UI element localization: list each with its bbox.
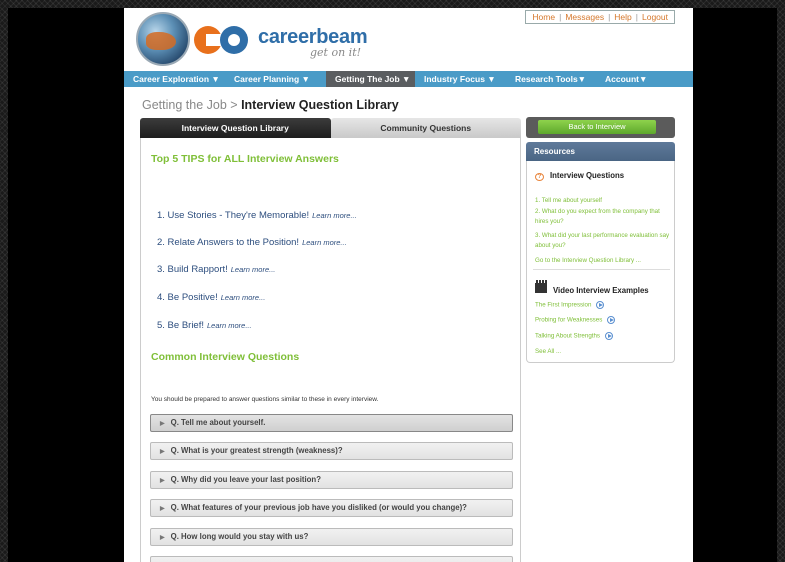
expand-arrow-icon: ▶	[160, 506, 165, 512]
video-link[interactable]: Probing for Weaknesses	[535, 316, 616, 324]
nav-industry-focus[interactable]: Industry Focus ▼	[415, 71, 506, 87]
question-accordion[interactable]: ▶ Q. What is your greatest strength (weak…	[150, 442, 513, 460]
question-text: Q. What is your greatest strength (weakn…	[170, 446, 343, 455]
question-text: Q. How long would you stay with us?	[170, 532, 309, 541]
film-clapper-icon	[535, 280, 547, 293]
main-panel: Top 5 TIPS for ALL Interview Answers 1. …	[140, 138, 521, 562]
question-accordion[interactable]: ▶ Q. How long would you stay with us?	[150, 528, 513, 546]
expand-arrow-icon: ▶	[160, 535, 165, 541]
speech-bubble-icon: ?	[535, 173, 544, 181]
back-to-interview-button[interactable]: Back to Interview	[538, 120, 656, 134]
expand-arrow-icon: ▶	[160, 421, 165, 427]
cb-logo-icon[interactable]	[194, 26, 252, 54]
question-accordion[interactable]: ▶ Q. Why did you leave your last position…	[150, 471, 513, 489]
go-to-library-link[interactable]: Go to the Interview Question Library ...	[535, 257, 641, 264]
resources-header: Resources	[526, 142, 675, 161]
tip-item: 3. Build Rapport! Learn more...	[157, 264, 275, 275]
interview-questions-title: ? Interview Questions	[535, 171, 624, 181]
tip-item: 1. Use Stories - They're Memorable! Learn…	[157, 210, 357, 221]
home-link[interactable]: Home	[532, 12, 555, 22]
top-links: Home | Messages | Help | Logout	[525, 10, 675, 24]
tab-interview-question-library[interactable]: Interview Question Library	[140, 118, 331, 138]
question-accordion[interactable]	[150, 556, 513, 562]
tab-bar: Interview Question Library Community Que…	[140, 118, 521, 138]
globe-logo-icon[interactable]	[136, 12, 190, 66]
resource-question-link[interactable]: 1. Tell me about yourself	[535, 197, 602, 204]
breadcrumb-parent[interactable]: Getting the Job	[142, 98, 227, 112]
main-nav: Career Exploration ▼ Career Planning ▼ G…	[124, 71, 693, 87]
question-text: Q. Tell me about yourself.	[170, 418, 266, 427]
page-title: Interview Question Library	[241, 98, 399, 112]
tab-community-questions[interactable]: Community Questions	[330, 118, 521, 138]
breadcrumb: Getting the Job > Interview Question Lib…	[142, 98, 399, 112]
tips-title: Top 5 TIPS for ALL Interview Answers	[151, 153, 339, 165]
tip-text: 3. Build Rapport!	[157, 264, 228, 275]
video-link[interactable]: The First Impression	[535, 301, 605, 309]
play-icon[interactable]	[596, 301, 605, 309]
video-examples-title: Video Interview Examples	[535, 280, 649, 295]
tip-item: 5. Be Brief! Learn more...	[157, 320, 252, 331]
learn-more-link[interactable]: Learn more...	[231, 265, 276, 274]
tip-text: 2. Relate Answers to the Position!	[157, 237, 300, 248]
header: careerbeam get on it! Home | Messages | Help…	[124, 8, 693, 70]
common-questions-title: Common Interview Questions	[151, 351, 300, 363]
messages-link[interactable]: Messages	[565, 12, 604, 22]
nav-account[interactable]: Account▼	[596, 71, 667, 87]
nav-getting-the-job[interactable]: Getting The Job ▼	[326, 71, 415, 87]
nav-career-exploration[interactable]: Career Exploration ▼	[124, 71, 225, 87]
question-text: Q. Why did you leave your last position?	[170, 475, 321, 484]
intro-text: You should be prepared to answer questio…	[151, 396, 379, 403]
resources-panel: ? Interview Questions 1. Tell me about yo…	[526, 161, 675, 363]
back-button-bar: Back to Interview	[526, 117, 675, 138]
tip-text: 1. Use Stories - They're Memorable!	[157, 210, 310, 221]
help-link[interactable]: Help	[614, 12, 631, 22]
play-icon[interactable]	[605, 332, 614, 340]
page-content: careerbeam get on it! Home | Messages | Help…	[124, 8, 693, 562]
learn-more-link[interactable]: Learn more...	[221, 293, 266, 302]
expand-arrow-icon: ▶	[160, 449, 165, 455]
learn-more-link[interactable]: Learn more...	[312, 211, 357, 220]
resource-question-link[interactable]: 2. What do you expect from the company t…	[535, 207, 670, 227]
tip-item: 4. Be Positive! Learn more...	[157, 292, 265, 303]
see-all-link[interactable]: See All ...	[535, 348, 561, 355]
play-icon[interactable]	[607, 316, 616, 324]
breadcrumb-separator: >	[230, 98, 238, 112]
question-text: Q. What features of your previous job ha…	[170, 503, 467, 512]
video-link[interactable]: Talking About Strengths	[535, 332, 614, 340]
tip-item: 2. Relate Answers to the Position! Learn …	[157, 237, 347, 248]
learn-more-link[interactable]: Learn more...	[207, 321, 252, 330]
nav-career-planning[interactable]: Career Planning ▼	[225, 71, 326, 87]
tip-text: 5. Be Brief!	[157, 320, 204, 331]
tip-text: 4. Be Positive!	[157, 292, 218, 303]
resource-question-link[interactable]: 3. What did your last performance evalua…	[535, 231, 670, 251]
learn-more-link[interactable]: Learn more...	[302, 238, 347, 247]
nav-research-tools[interactable]: Research Tools▼	[506, 71, 596, 87]
question-accordion[interactable]: ▶ Q. Tell me about yourself.	[150, 414, 513, 432]
expand-arrow-icon: ▶	[160, 478, 165, 484]
divider	[533, 269, 670, 270]
logo-tagline: get on it!	[310, 46, 362, 59]
logout-link[interactable]: Logout	[642, 12, 668, 22]
question-accordion[interactable]: ▶ Q. What features of your previous job h…	[150, 499, 513, 517]
